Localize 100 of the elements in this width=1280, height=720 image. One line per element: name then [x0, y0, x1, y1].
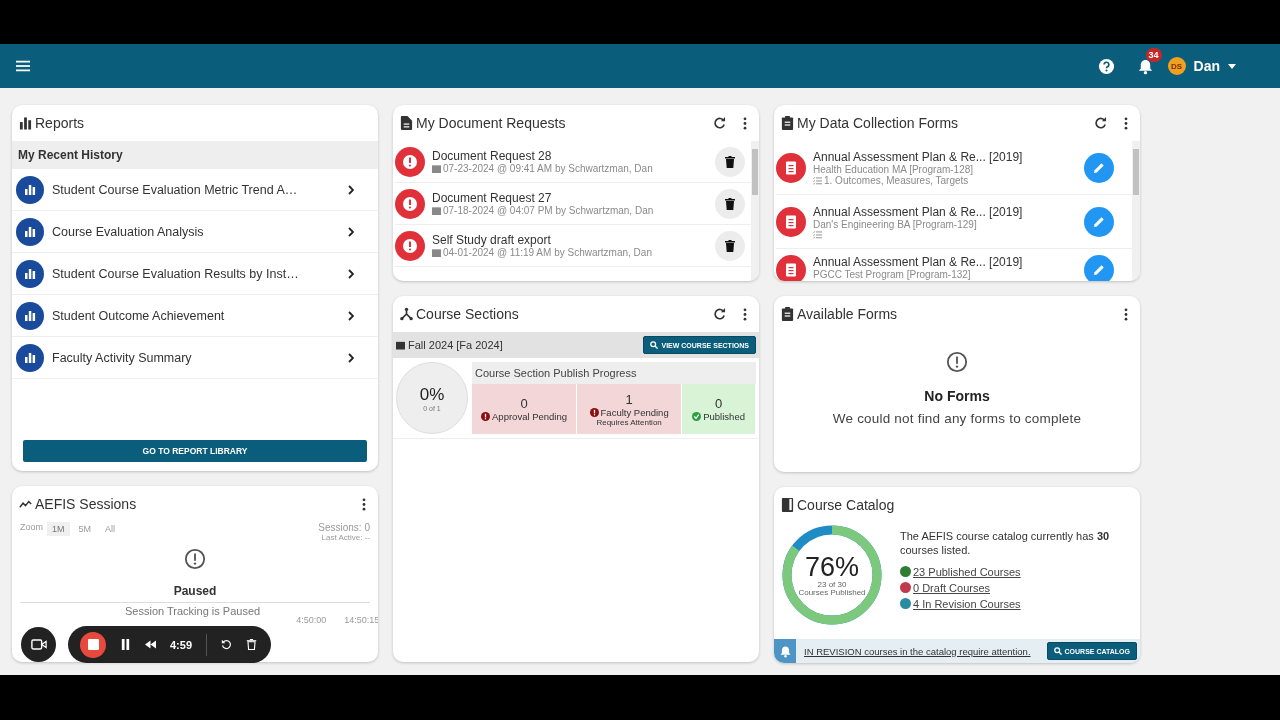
form-step: 1. Outcomes, Measures, Targets — [824, 174, 969, 186]
chevron-icon — [348, 310, 354, 321]
scrollbar[interactable] — [1132, 141, 1140, 281]
last-active: Last Active: -- — [321, 533, 370, 542]
menu-icon[interactable] — [16, 60, 30, 72]
sessions-count: Sessions: 0 — [318, 522, 370, 533]
card-title: My Data Collection Forms — [797, 115, 959, 131]
search-icon — [1053, 647, 1062, 655]
report-item[interactable]: Student Course Evaluation Metric Trend A… — [12, 169, 378, 211]
more-icon[interactable] — [743, 307, 747, 321]
search-icon — [650, 341, 659, 349]
axis-label: 14:50:15 — [344, 615, 378, 625]
user-name[interactable]: Dan — [1193, 58, 1220, 74]
more-icon[interactable] — [1124, 307, 1128, 321]
calendar-icon — [396, 340, 405, 350]
calendar-icon — [432, 248, 441, 257]
delete-button[interactable] — [715, 146, 745, 177]
form-title: Annual Assessment Plan & Re... [2019] — [813, 255, 1024, 269]
step-label: Published — [703, 411, 745, 422]
alert-icon — [946, 351, 968, 373]
card-title: My Document Requests — [416, 115, 566, 131]
chevron-icon — [348, 352, 354, 363]
status-message: Session Tracking is Paused — [125, 605, 261, 619]
course-count-link[interactable]: 4 In Revision Courses — [913, 597, 1021, 610]
report-library-button[interactable]: GO TO REPORT LIBRARY — [23, 440, 367, 462]
pause-icon[interactable] — [120, 639, 131, 650]
request-meta: 07-23-2024 @ 09:41 AM by Schwartzman, Dan — [443, 163, 653, 174]
edit-button[interactable] — [1084, 255, 1114, 281]
more-icon[interactable] — [1124, 116, 1128, 130]
pencil-icon — [1093, 161, 1105, 174]
help-icon[interactable] — [1097, 57, 1115, 75]
user-avatar[interactable]: DS — [1167, 57, 1186, 75]
card-title: Reports — [35, 115, 85, 131]
request-title: Document Request 28 — [432, 149, 553, 163]
course-count-link[interactable]: 0 Draft Courses — [913, 581, 991, 594]
more-icon[interactable] — [743, 116, 747, 130]
card-title: Available Forms — [797, 306, 898, 322]
refresh-icon[interactable] — [713, 116, 726, 130]
course-count-link[interactable]: 23 Published Courses — [913, 565, 1021, 578]
refresh-icon[interactable] — [713, 307, 726, 321]
form-title: Annual Assessment Plan & Re... [2019] — [813, 204, 1024, 219]
trash-icon[interactable] — [246, 639, 258, 650]
empty-title: No Forms — [924, 388, 990, 404]
report-item[interactable]: Faculty Activity Summary — [12, 337, 378, 379]
card-title: Course Catalog — [797, 497, 895, 513]
check-icon — [692, 412, 702, 421]
trash-icon — [725, 155, 735, 168]
form-title: Annual Assessment Plan & Re... [2019] — [813, 149, 1024, 164]
alert-icon — [184, 548, 206, 570]
report-icon — [16, 217, 44, 246]
delete-button[interactable] — [715, 188, 745, 219]
pencil-icon — [1093, 264, 1105, 276]
empty-message: We could not find any forms to complete — [832, 411, 1082, 426]
program-label: Health Education MA [Program-128] — [813, 163, 975, 175]
chevron-icon — [348, 268, 354, 279]
step-count: 0 — [714, 396, 723, 411]
document-request-item[interactable]: Document Request 28 07-23-2024 @ 09:41 AM by Schwartzman, Dan — [395, 141, 751, 183]
alert-icon — [589, 407, 599, 417]
edit-button[interactable] — [1084, 152, 1114, 183]
card-title: Course Sections — [416, 306, 519, 322]
report-icon — [16, 343, 44, 372]
step-count: 1 — [625, 391, 633, 407]
form-item[interactable]: Annual Assessment Plan & Re... [2019] Health Education MA [Program-128] 1. Outcomes, Measures, Targets — [776, 141, 1132, 195]
axis-label: 4:50:00 — [296, 615, 327, 625]
section-header: My Recent History — [12, 141, 378, 169]
report-item[interactable]: Student Outcome Achievement — [12, 295, 378, 337]
donut-caption: Courses Published — [798, 588, 866, 597]
refresh-icon[interactable] — [1094, 116, 1107, 130]
notification-badge: 34 — [1145, 47, 1162, 62]
stop-button[interactable] — [80, 631, 106, 658]
alert-icon — [481, 412, 491, 421]
scrollbar[interactable] — [751, 141, 759, 281]
calendar-icon — [432, 164, 441, 173]
rewind-icon[interactable] — [145, 639, 156, 650]
document-request-item[interactable]: Self Study draft export 04-01-2024 @ 11:19 AM by Schwartzman, Dan — [395, 225, 751, 267]
document-request-item[interactable]: Document Request 27 07-18-2024 @ 04:07 PM by Schwartzman, Dan — [395, 183, 751, 225]
report-item[interactable]: Student Course Evaluation Results by Inst… — [12, 253, 378, 295]
delete-button[interactable] — [715, 230, 745, 261]
chevron-icon — [348, 184, 354, 195]
report-item[interactable]: Course Evaluation Analysis — [12, 211, 378, 253]
step-count: 0 — [520, 396, 528, 411]
chevron-icon — [348, 226, 354, 237]
program-label: PGCC Test Program [Program-132] — [813, 269, 972, 280]
zoom-option[interactable]: 1M — [47, 522, 70, 536]
request-meta: 07-18-2024 @ 04:07 PM by Schwartzman, Dan — [443, 205, 654, 216]
form-item[interactable]: Annual Assessment Plan & Re... [2019] Dan's Engineering BA [Program-129] — [776, 195, 1132, 249]
trash-icon — [725, 197, 735, 210]
alert-link[interactable]: IN REVISION courses in the catalog require attention. — [804, 645, 1031, 657]
trash-icon — [725, 239, 735, 252]
report-icon — [16, 175, 44, 204]
document-icon — [400, 116, 413, 130]
edit-button[interactable] — [1084, 206, 1114, 237]
restart-icon[interactable] — [221, 639, 233, 650]
percent-value: 0% — [419, 384, 445, 405]
request-title: Document Request 27 — [432, 191, 553, 205]
caret-icon[interactable] — [1228, 63, 1236, 69]
bar-chart-icon — [19, 116, 32, 130]
catalog-summary: The AEFIS course catalog currently has 30 courses listed. — [900, 529, 1111, 558]
bell-icon[interactable] — [1136, 57, 1154, 75]
more-icon[interactable] — [362, 497, 366, 511]
